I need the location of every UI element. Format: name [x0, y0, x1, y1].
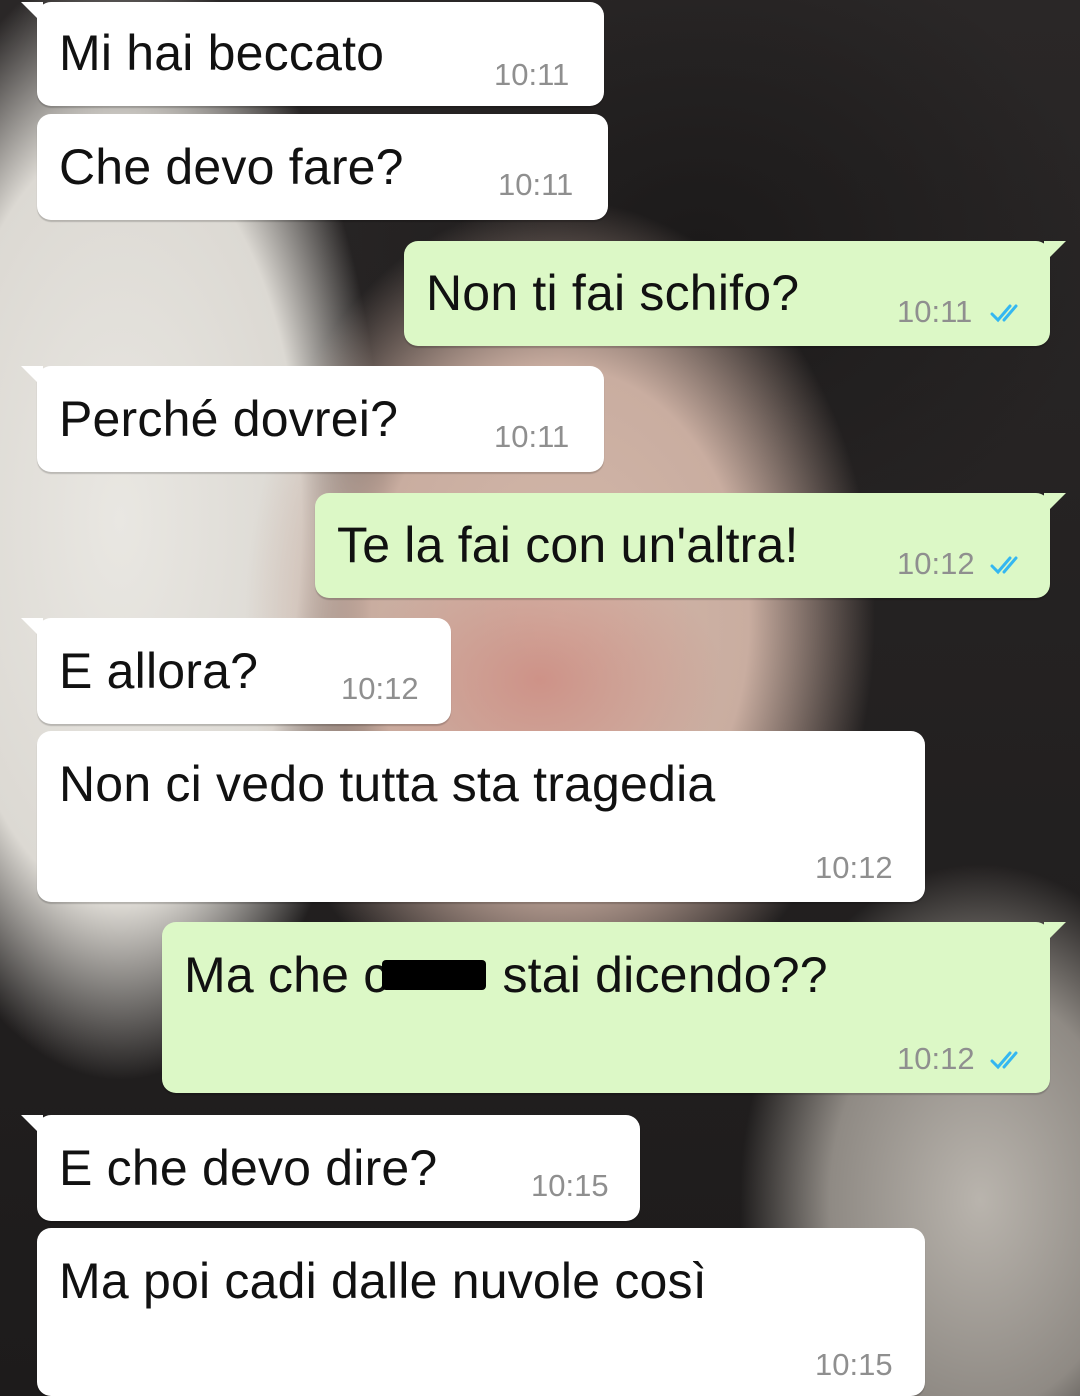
message-bubble-incoming[interactable]: Mi hai beccato 10:11 [21, 2, 604, 106]
message-time: 10:15 [531, 1168, 609, 1203]
message-time: 10:11 [897, 294, 973, 329]
message-text: Te la fai con un'altra! [337, 517, 799, 573]
message-bubble-outgoing[interactable]: Ma che c stai dicendo?? 10:12 [162, 922, 1066, 1093]
message-bubble-incoming[interactable]: E allora? 10:12 [21, 618, 451, 724]
double-check-read-icon [990, 1051, 1018, 1070]
message-bubble-incoming[interactable]: Non ci vedo tutta sta tragedia 10:12 [37, 731, 925, 902]
message-bubble-incoming[interactable]: Perché dovrei? 10:11 [21, 366, 604, 472]
message-time: 10:11 [494, 419, 570, 454]
message-text-start: Ma che c [184, 947, 389, 1003]
message-text: Non ci vedo tutta sta tragedia [59, 756, 716, 812]
message-time: 10:12 [897, 1041, 975, 1076]
message-text: Perché dovrei? [59, 391, 399, 447]
message-time: 10:15 [815, 1347, 893, 1382]
message-time: 10:12 [815, 850, 893, 885]
message-bubble-outgoing[interactable]: Non ti fai schifo? 10:11 [404, 241, 1066, 346]
message-bubble-incoming[interactable]: Ma poi cadi dalle nuvole così 10:15 [37, 1228, 925, 1396]
message-bubble-incoming[interactable]: E che devo dire? 10:15 [21, 1115, 640, 1221]
message-bubble-incoming[interactable]: Che devo fare? 10:11 [37, 114, 608, 220]
message-text: Che devo fare? [59, 139, 404, 195]
redaction-bar [382, 959, 487, 990]
message-text: Ma che c stai dicendo?? [184, 946, 828, 1004]
message-text: Ma poi cadi dalle nuvole così [59, 1253, 707, 1309]
message-time: 10:12 [897, 546, 975, 581]
message-time: 10:12 [341, 671, 419, 706]
message-text: E che devo dire? [59, 1140, 438, 1196]
message-text: E allora? [59, 643, 259, 699]
message-bubble-outgoing[interactable]: Te la fai con un'altra! 10:12 [315, 493, 1066, 598]
double-check-read-icon [990, 304, 1018, 323]
message-time: 10:11 [498, 167, 574, 202]
double-check-read-icon [990, 556, 1018, 575]
message-text: Mi hai beccato [59, 25, 385, 81]
message-time: 10:11 [494, 57, 570, 92]
message-text: Non ti fai schifo? [426, 265, 800, 321]
message-list[interactable]: Mi hai beccato 10:11 Che devo fare? 10:1… [0, 0, 1080, 1396]
message-text-end: stai dicendo?? [502, 947, 828, 1003]
